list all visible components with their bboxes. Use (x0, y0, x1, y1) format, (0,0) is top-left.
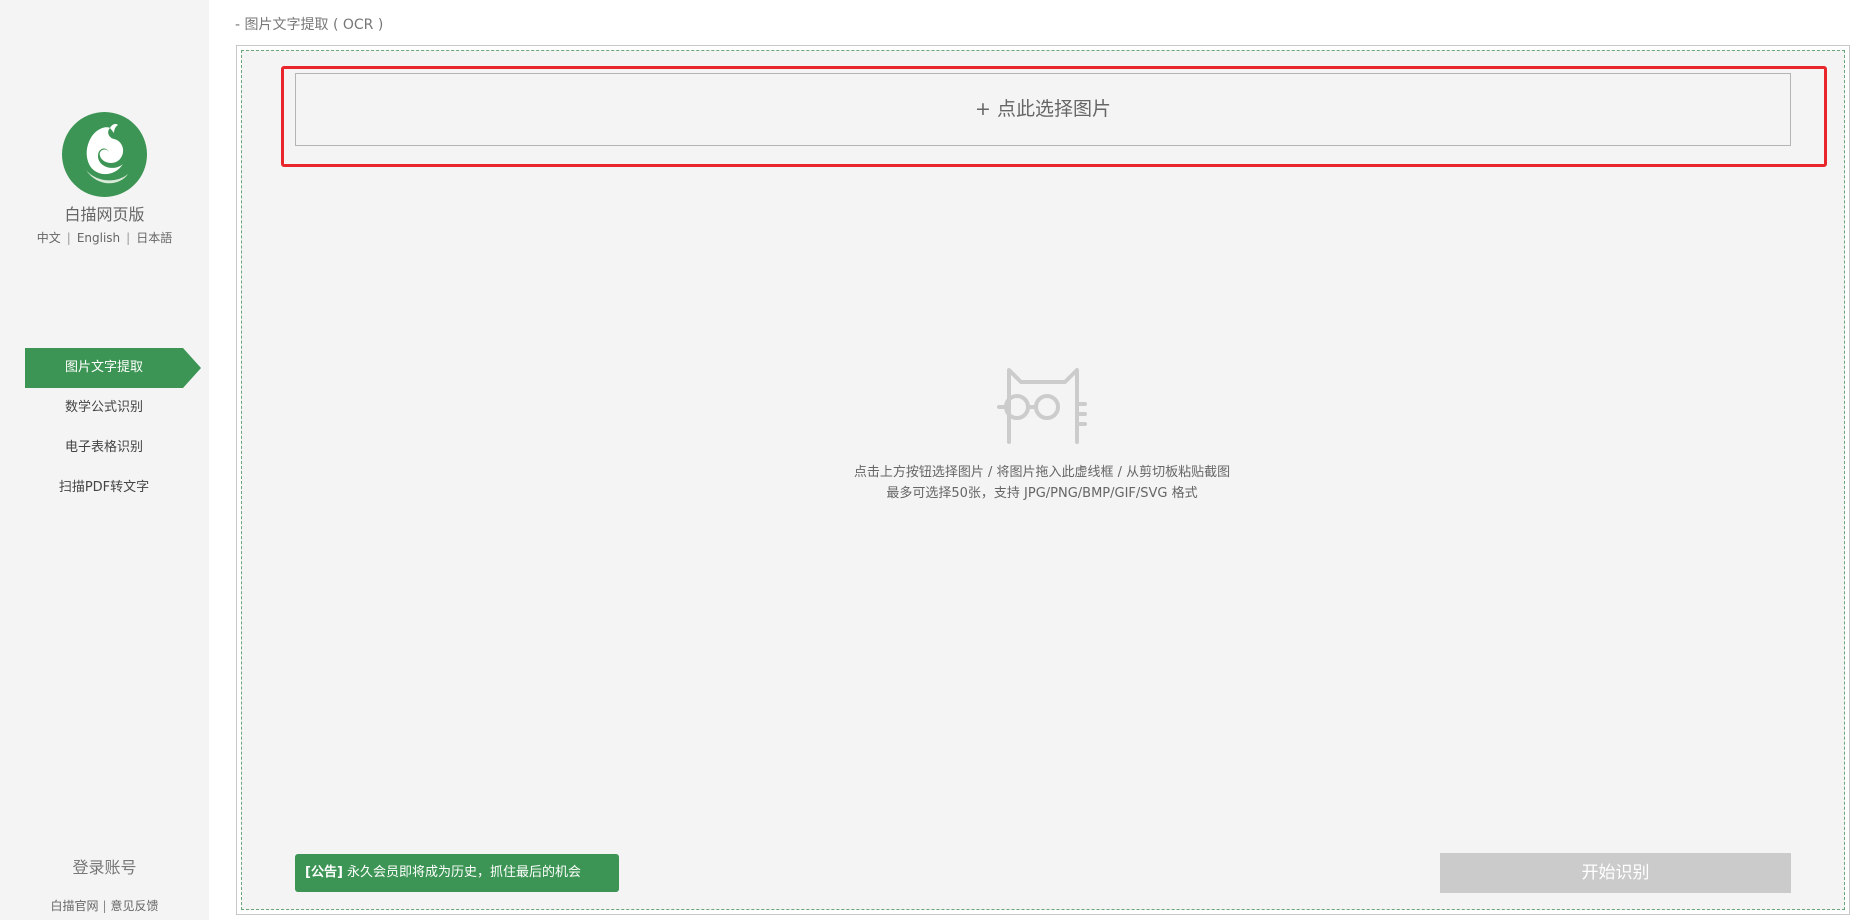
feedback-link[interactable]: 意见反馈 (111, 899, 159, 913)
brand-name: 白描网页版 (64, 205, 145, 224)
start-recognition-button[interactable]: 开始识别 (1440, 853, 1791, 893)
nav-item-image-ocr[interactable]: 图片文字提取 (25, 348, 201, 388)
login-link[interactable]: 登录账号 (0, 854, 209, 878)
lang-english-link[interactable]: English (77, 231, 120, 245)
announcement-tag: [公告] (305, 865, 343, 880)
sidebar-nav: 图片文字提取 数学公式识别 电子表格识别 扫描PDF转文字 (25, 348, 209, 508)
announcement-banner[interactable]: [公告] 永久会员即将成为历史，抓住最后的机会 (295, 854, 619, 892)
nav-item-math-formula[interactable]: 数学公式识别 (25, 388, 183, 428)
image-drop-zone[interactable] (236, 45, 1850, 915)
drop-hint-line-2: 最多可选择50张，支持 JPG/PNG/BMP/GIF/SVG 格式 (886, 486, 1198, 501)
page-title: - 图片文字提取 ( OCR ) (235, 17, 384, 33)
lang-separator: | (126, 231, 131, 245)
announcement-text: 永久会员即将成为历史，抓住最后的机会 (342, 865, 582, 880)
lang-separator: | (66, 231, 71, 245)
lang-japanese-link[interactable]: 日本語 (136, 231, 172, 245)
cat-with-glasses-icon (995, 360, 1091, 450)
drop-hint-line-1: 点击上方按钮选择图片 / 将图片拖入此虚线框 / 从剪切板粘贴截图 (853, 465, 1231, 480)
nav-item-spreadsheet[interactable]: 电子表格识别 (25, 428, 183, 468)
official-site-link[interactable]: 白描官网 (50, 899, 98, 913)
select-image-button[interactable]: + 点此选择图片 (295, 73, 1791, 146)
nav-item-pdf-to-text[interactable]: 扫描PDF转文字 (25, 468, 183, 508)
footer-separator: | (102, 899, 107, 913)
footer-links: 白描官网 | 意见反馈 (0, 897, 209, 914)
baimiao-logo-icon (62, 112, 147, 197)
language-switcher: 中文 | English | 日本語 (0, 229, 209, 246)
drop-zone-dashed-border (241, 50, 1845, 910)
sidebar: 白描网页版 中文 | English | 日本語 图片文字提取 数学公式识别 电子表格识… (0, 0, 209, 920)
lang-chinese-link[interactable]: 中文 (37, 231, 61, 245)
